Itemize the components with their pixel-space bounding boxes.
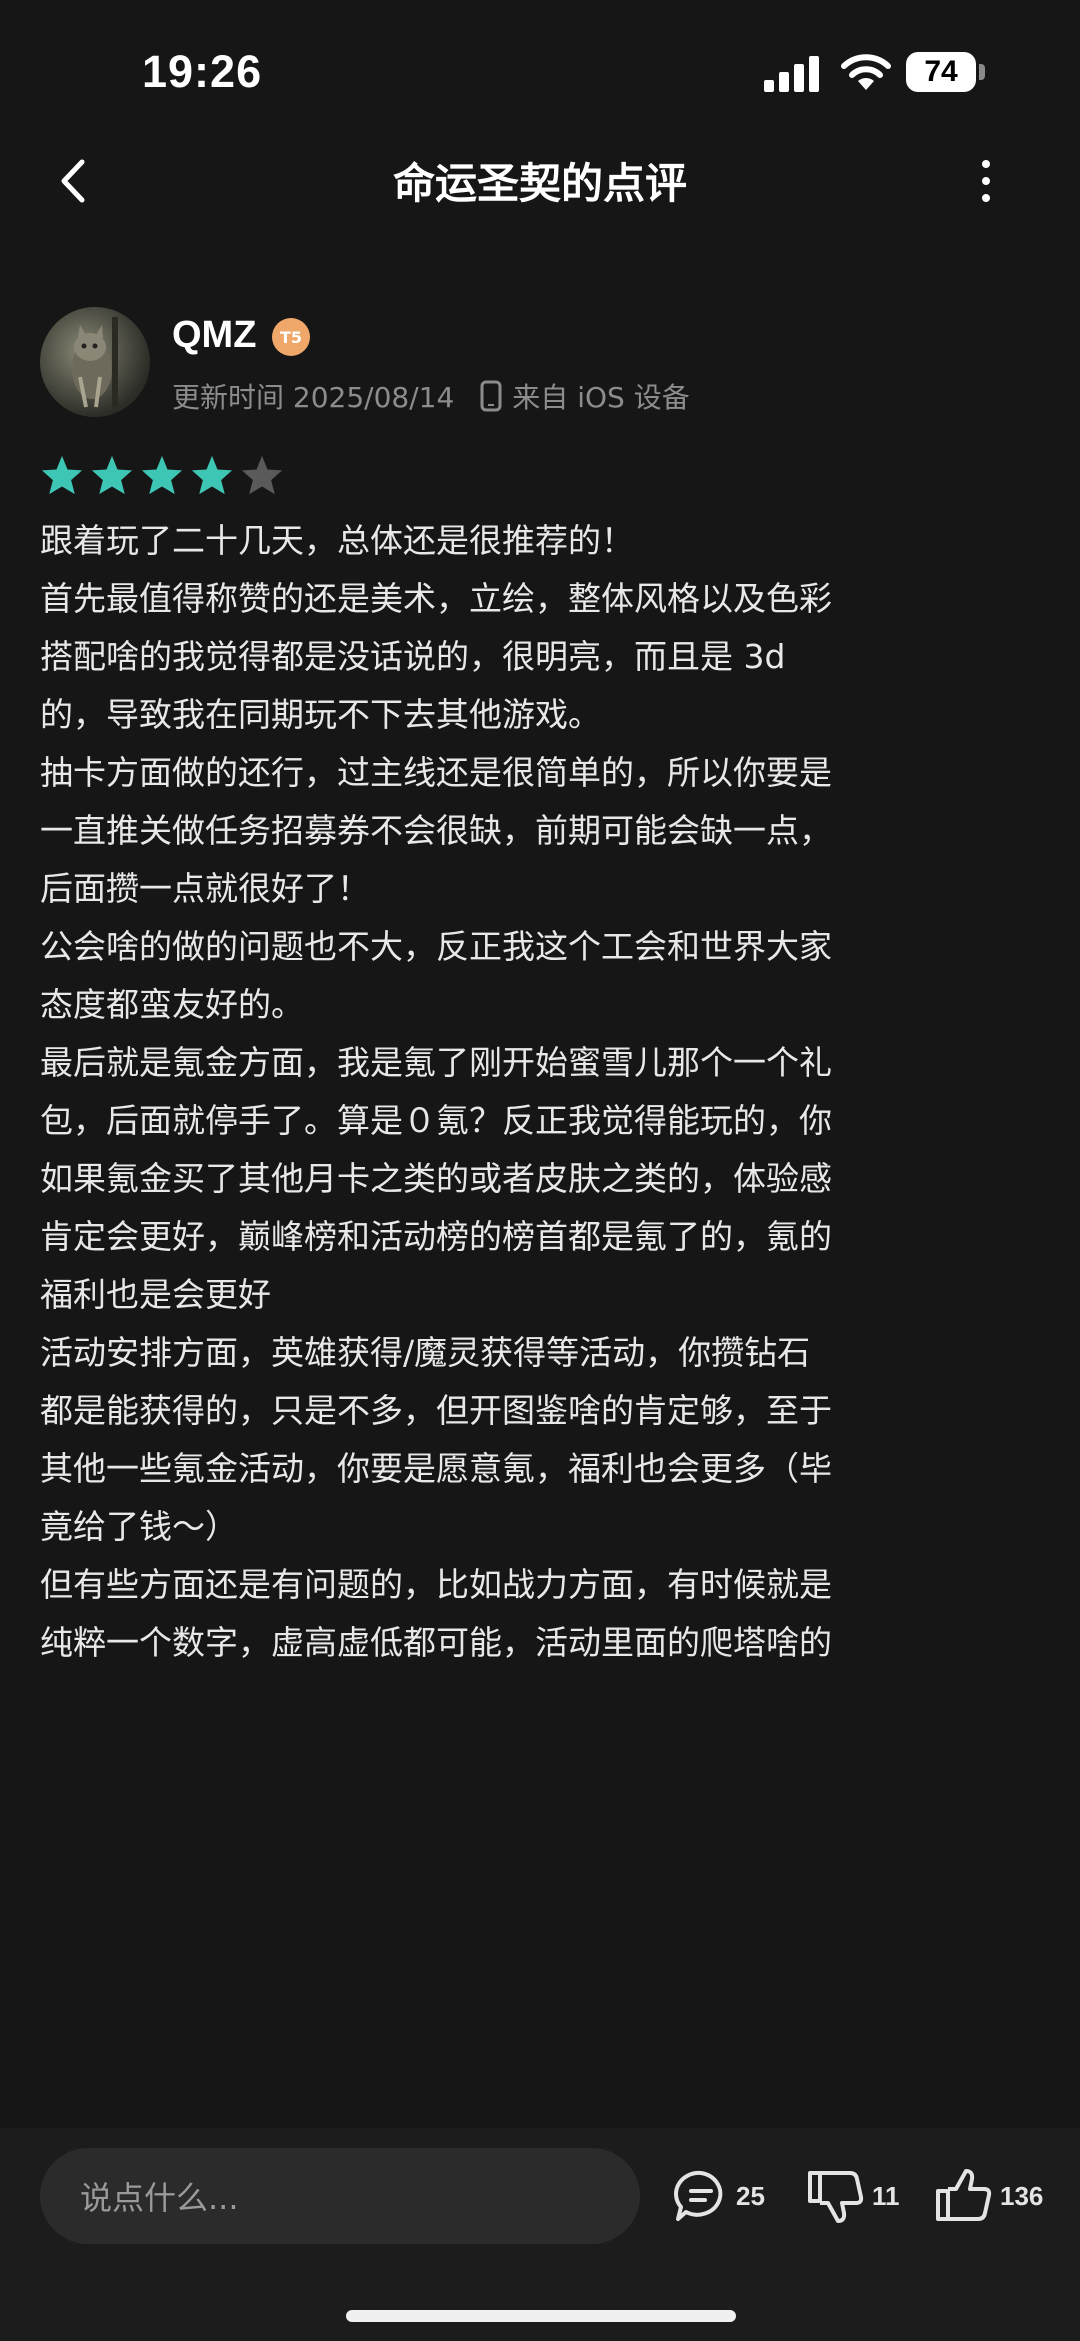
status-bar: 19:26 74 [0,0,1080,140]
star-filled-icon [141,455,183,495]
review-line: 如果氪金买了其他月卡之类的或者皮肤之类的，体验感 [40,1159,832,1198]
phone-icon [480,380,502,412]
status-time: 19:26 [142,46,263,97]
review-line: 搭配啥的我觉得都是没话说的，很明亮，而且是 3d [40,637,786,676]
star-filled-icon [91,455,133,495]
comment-input[interactable]: 说点什么... [40,2148,640,2244]
device-label: 来自 iOS 设备 [512,381,690,414]
review-line: 活动安排方面，英雄获得/魔灵获得等活动，你攒钻石 [40,1333,811,1372]
dislike-count: 11 [872,2180,900,2211]
review-line: 跟着玩了二十几天，总体还是很推荐的！ [40,521,634,560]
review-line: 抽卡方面做的还行，过主线还是很简单的，所以你要是 [40,753,832,792]
review-line: 纯粹一个数字，虚高虚低都可能，活动里面的爬塔啥的 [40,1623,832,1662]
avatar[interactable] [40,307,150,417]
home-indicator [346,2310,736,2322]
like-button[interactable]: 136 [934,2164,1043,2228]
username[interactable]: QMZ [172,314,256,357]
review-line: 态度都蛮友好的。 [40,985,304,1024]
more-options-icon[interactable] [966,158,1006,204]
review-text: 跟着玩了二十几天，总体还是很推荐的！ 首先最值得称赞的还是美术，立绘，整体风格以及… [40,512,1040,2120]
dislike-button[interactable]: 11 [806,2164,900,2228]
thumbs-down-icon [808,2171,864,2223]
like-count: 136 [1000,2180,1044,2211]
review-line: 一直推关做任务招募券不会很缺，前期可能会缺一点， [40,811,832,850]
star-empty-icon [241,455,283,495]
review-line: 其他一些氪金活动，你要是愿意氪，福利也会更多（毕 [40,1449,832,1488]
battery-indicator: 74 [906,52,976,92]
review-line: 公会啥的做的问题也不大，反正我这个工会和世界大家 [40,927,832,966]
wifi-icon [841,54,891,90]
star-rating [40,454,284,496]
page-header: 命运圣契的点评 [0,140,1080,220]
review-line: 最后就是氪金方面，我是氪了刚开始蜜雪儿那个一个礼 [40,1043,832,1082]
page-title: 命运圣契的点评 [392,159,687,208]
review-line: 福利也是会更好 [40,1275,271,1314]
review-line: 首先最值得称赞的还是美术，立绘，整体风格以及色彩 [40,579,832,618]
thumbs-up-icon [936,2169,992,2221]
review-line: 的，导致我在同期玩不下去其他游戏。 [40,695,601,734]
star-filled-icon [41,455,83,495]
level-badge-icon: T5 [272,318,310,356]
review-meta: 更新时间 2025/08/14 来自 iOS 设备 [172,376,690,416]
star-filled-icon [191,455,233,495]
review-line: 都是能获得的，只是不多，但开图鉴啥的肯定够，至于 [40,1391,832,1430]
comment-placeholder: 说点什么... [80,2179,239,2217]
review-line: 包，后面就停手了。算是０氪？反正我觉得能玩的，你 [40,1101,832,1140]
review-line: 肯定会更好，巅峰榜和活动榜的榜首都是氪了的，氪的 [40,1217,832,1256]
review-line: 竟给了钱～） [40,1507,238,1546]
battery-level: 74 [924,55,958,88]
comment-icon [674,2170,723,2221]
review-line: 后面攒一点就很好了！ [40,869,370,908]
comment-button[interactable]: 25 [672,2164,765,2228]
cat-avatar-image [72,317,118,408]
update-time: 更新时间 2025/08/14 [172,381,455,414]
battery-tip [979,64,985,80]
cellular-signal-icon [764,56,819,92]
comment-count: 25 [736,2180,765,2211]
review-line: 但有些方面还是有问题的，比如战力方面，有时候就是 [40,1565,832,1604]
